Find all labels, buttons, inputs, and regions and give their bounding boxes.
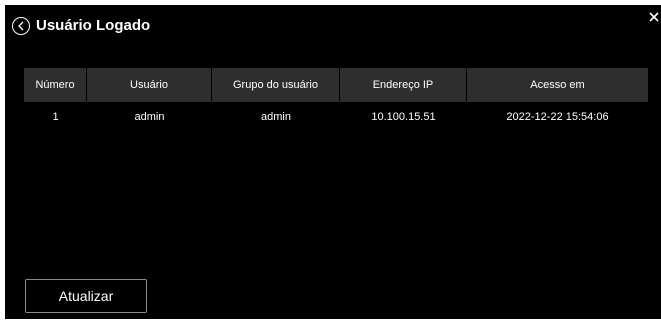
table-row: 1 admin admin 10.100.15.51 2022-12-22 15…	[24, 102, 648, 132]
cell-access-time: 2022-12-22 15:54:06	[506, 111, 609, 123]
cell-user-group: admin	[261, 111, 291, 123]
column-header-user: Usuário	[87, 68, 212, 102]
back-icon[interactable]	[12, 17, 30, 35]
cell-number: 1	[52, 111, 59, 123]
column-header-number: Número	[24, 68, 87, 102]
column-header-ip-address: Endereço IP	[340, 68, 467, 102]
cell-ip-address: 10.100.15.51	[371, 111, 436, 123]
logged-users-table: Número Usuário Grupo do usuário Endereço…	[24, 68, 648, 132]
table-header: Número Usuário Grupo do usuário Endereço…	[24, 68, 648, 102]
column-header-access-time: Acesso em	[530, 79, 585, 91]
refresh-button[interactable]: Atualizar	[25, 279, 147, 313]
dialog-title: Usuário Logado	[36, 17, 151, 34]
close-icon[interactable]	[647, 10, 661, 24]
logged-users-dialog: Usuário Logado Número Usuário Grupo do u…	[5, 5, 661, 319]
cell-user: admin	[134, 111, 165, 123]
column-header-user-group: Grupo do usuário	[212, 68, 340, 102]
